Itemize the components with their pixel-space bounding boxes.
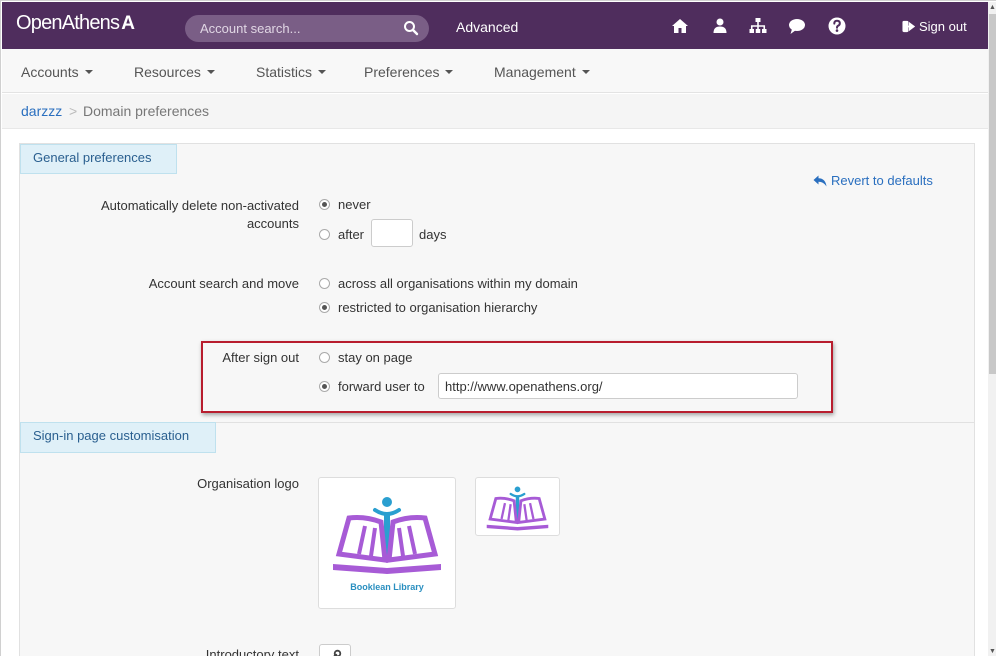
help-icon[interactable] xyxy=(827,16,847,36)
caret-down-icon xyxy=(84,70,93,74)
auto-delete-label-line1: Automatically delete non-activated xyxy=(100,198,299,213)
general-preferences-tab: General preferences xyxy=(20,144,177,174)
reply-arrow-icon xyxy=(813,175,827,187)
revert-label: Revert to defaults xyxy=(831,173,933,188)
page-scrollbar[interactable]: ▲ ▼ xyxy=(988,2,996,656)
search-all-radio[interactable] xyxy=(319,278,330,289)
breadcrumb-root-link[interactable]: darzzz xyxy=(21,103,62,119)
sign-out-label: Sign out xyxy=(919,19,967,34)
book-logo-icon xyxy=(333,497,441,574)
nav-preferences-label: Preferences xyxy=(364,64,440,80)
advanced-search-link[interactable]: Advanced xyxy=(456,19,518,35)
signin-customisation-title: Sign-in page customisation xyxy=(33,428,190,443)
nav-accounts-label: Accounts xyxy=(21,64,79,80)
nav-management-label: Management xyxy=(494,64,576,80)
app-window: OpenAthensA Advanced xyxy=(0,0,996,656)
breadcrumb-separator: > xyxy=(69,103,78,119)
wrench-icon xyxy=(333,649,342,656)
account-search-input[interactable] xyxy=(185,15,429,42)
breadcrumb-current: Domain preferences xyxy=(83,103,210,119)
sign-out-button[interactable]: Sign out xyxy=(902,19,967,34)
organisation-logo-large[interactable]: Booklean Library xyxy=(318,477,456,609)
introductory-text-label: Introductory text xyxy=(205,647,299,656)
nav-preferences[interactable]: Preferences xyxy=(364,64,454,80)
search-all-option[interactable]: across all organisations within my domai… xyxy=(319,276,578,292)
logo-text: OpenAthens xyxy=(16,12,120,34)
delete-never-option[interactable]: never xyxy=(319,197,371,213)
caret-down-icon xyxy=(581,70,590,74)
days-suffix: days xyxy=(419,227,447,242)
days-input[interactable] xyxy=(371,219,413,247)
revert-to-defaults-link[interactable]: Revert to defaults xyxy=(813,173,933,188)
nav-statistics-label: Statistics xyxy=(256,64,313,80)
search-restricted-option[interactable]: restricted to organisation hierarchy xyxy=(319,300,537,316)
logo-caption: Booklean Library xyxy=(350,582,424,592)
breadcrumb: darzzz > Domain preferences xyxy=(2,94,988,129)
comment-icon[interactable] xyxy=(787,16,807,36)
search-all-label: across all organisations within my domai… xyxy=(338,276,578,291)
nav-management[interactable]: Management xyxy=(494,64,590,80)
organisation-logo-label: Organisation logo xyxy=(197,476,299,491)
edit-introductory-text-button[interactable] xyxy=(319,644,351,656)
delete-after-option[interactable]: after xyxy=(319,227,364,243)
delete-after-label: after xyxy=(338,227,365,242)
nav-resources-label: Resources xyxy=(134,64,201,80)
main-navigation: Accounts Resources Statistics Preference… xyxy=(2,49,988,93)
search-move-label: Account search and move xyxy=(148,276,299,291)
delete-never-radio[interactable] xyxy=(319,199,330,210)
book-logo-small-icon xyxy=(486,486,549,531)
user-icon[interactable] xyxy=(710,16,730,36)
auto-delete-label: Automatically delete non-activated accou… xyxy=(41,197,299,233)
highlight-annotation-box xyxy=(201,341,833,413)
caret-down-icon xyxy=(206,70,215,74)
sign-out-icon xyxy=(902,20,916,33)
general-preferences-title: General preferences xyxy=(33,150,152,165)
search-restricted-label: restricted to organisation hierarchy xyxy=(338,300,538,315)
nav-statistics[interactable]: Statistics xyxy=(256,64,327,80)
top-navbar: OpenAthensA Advanced xyxy=(2,2,988,49)
nav-accounts[interactable]: Accounts xyxy=(21,64,93,80)
account-search xyxy=(185,15,429,42)
scroll-thumb[interactable] xyxy=(989,14,996,374)
home-icon[interactable] xyxy=(670,16,690,36)
organisation-logo-small[interactable] xyxy=(475,477,560,536)
search-icon[interactable] xyxy=(403,20,419,36)
scroll-up-arrow-icon[interactable]: ▲ xyxy=(989,4,996,11)
scroll-down-arrow-icon[interactable]: ▼ xyxy=(989,648,996,655)
search-restricted-radio[interactable] xyxy=(319,302,330,313)
openathens-logo[interactable]: OpenAthens A xyxy=(16,12,135,35)
nav-resources[interactable]: Resources xyxy=(134,64,215,80)
caret-down-icon xyxy=(318,70,327,74)
logo-mark: A xyxy=(121,13,135,34)
delete-never-label: never xyxy=(338,197,371,212)
signin-customisation-tab: Sign-in page customisation xyxy=(20,422,216,453)
sitemap-icon[interactable] xyxy=(748,16,768,36)
auto-delete-label-line2: accounts xyxy=(246,216,299,231)
delete-after-radio[interactable] xyxy=(319,229,330,240)
caret-down-icon xyxy=(445,70,454,74)
